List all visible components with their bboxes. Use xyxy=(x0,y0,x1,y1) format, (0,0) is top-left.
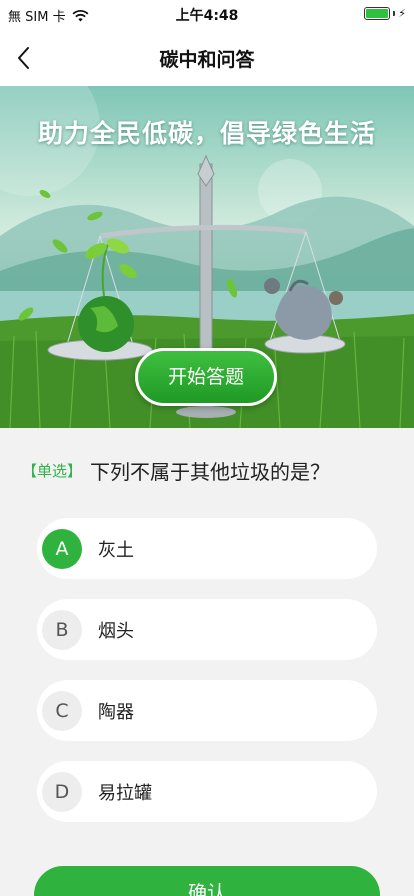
question-type-tag: 【单选】 xyxy=(22,462,83,480)
charging-icon: ⚡ xyxy=(398,7,406,20)
option-letter: B xyxy=(42,609,82,650)
option-b[interactable]: B 烟头 xyxy=(37,599,377,660)
option-label: 灰土 xyxy=(98,539,134,561)
battery-level xyxy=(366,9,389,18)
battery-cap xyxy=(393,11,396,16)
option-letter: C xyxy=(42,690,82,731)
option-label: 易拉罐 xyxy=(98,782,152,804)
page-title: 碳中和问答 xyxy=(159,49,255,71)
option-label: 烟头 xyxy=(98,620,134,642)
option-list: A 灰土 B 烟头 C 陶器 D 易拉罐 xyxy=(37,518,377,842)
option-label: 陶器 xyxy=(98,701,134,723)
confirm-button[interactable]: 确认 xyxy=(34,866,380,896)
option-c[interactable]: C 陶器 xyxy=(37,680,377,741)
banner: 助力全民低碳，倡导绿色生活 开始答题 xyxy=(0,86,414,428)
status-bar: 無 SIM 卡 上午4:48 ⚡ xyxy=(0,0,414,30)
status-right: ⚡ xyxy=(364,7,406,20)
option-letter: A xyxy=(42,528,82,569)
option-letter: D xyxy=(42,771,82,812)
question: 【单选】 下列不属于其他垃圾的是？ xyxy=(22,456,402,485)
question-text: 下列不属于其他垃圾的是？ xyxy=(90,460,331,484)
status-time: 上午4:48 xyxy=(175,8,239,24)
battery-icon xyxy=(364,7,391,20)
start-quiz-button[interactable]: 开始答题 xyxy=(135,348,277,406)
option-a[interactable]: A 灰土 xyxy=(37,518,377,579)
nav-bar: 碳中和问答 xyxy=(0,30,414,86)
banner-slogan: 助力全民低碳，倡导绿色生活 xyxy=(37,119,376,148)
option-d[interactable]: D 易拉罐 xyxy=(37,761,377,822)
